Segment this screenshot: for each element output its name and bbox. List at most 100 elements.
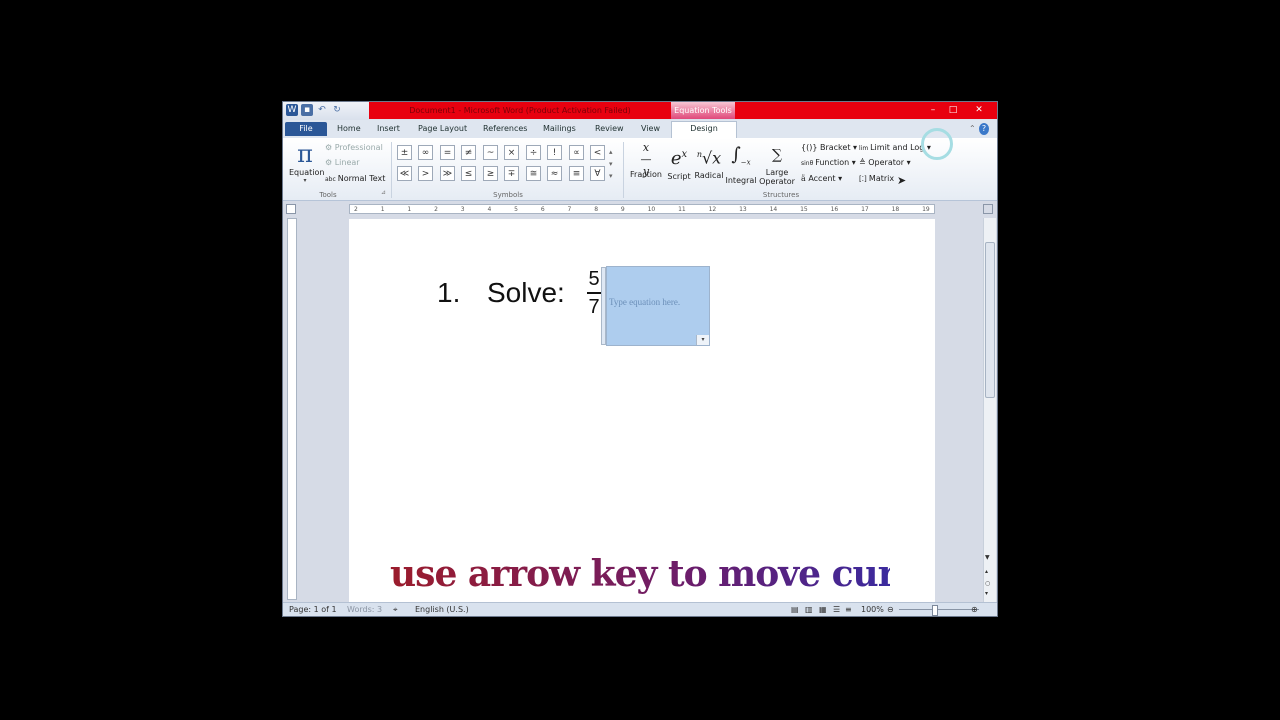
- ruler-track[interactable]: 2 1 1 2 3 4 5 6 7 8 9 10 11 12 13 14 15 …: [349, 204, 935, 214]
- print-layout-icon[interactable]: ▤: [791, 604, 799, 616]
- zoom-slider-track[interactable]: [899, 609, 979, 610]
- equation-button[interactable]: π Equation ▾: [289, 140, 324, 184]
- bracket-button[interactable]: {()} Bracket ▾: [801, 142, 857, 154]
- fraction-equation[interactable]: 5 7: [587, 267, 601, 319]
- quick-access-toolbar: W ▪ ↶ ↻: [286, 104, 343, 116]
- chevron-down-icon: ▾: [835, 174, 843, 183]
- tab-selector-icon[interactable]: [286, 204, 296, 214]
- symbol-greater-than[interactable]: >: [418, 166, 433, 181]
- dialog-launcher-icon[interactable]: ⊿: [381, 189, 386, 196]
- equation-handle-icon[interactable]: [601, 267, 606, 345]
- symbol-infinity[interactable]: ∞: [418, 145, 433, 160]
- redo-icon[interactable]: ↻: [331, 104, 343, 116]
- view-ruler-icon[interactable]: [983, 204, 993, 214]
- page-count[interactable]: Page: 1 of 1: [289, 604, 337, 616]
- tab-view[interactable]: View: [637, 122, 664, 136]
- save-icon[interactable]: ▪: [301, 104, 313, 116]
- matrix-button[interactable]: [⁚] Matrix: [859, 173, 894, 185]
- fraction-numerator: 5: [588, 268, 600, 290]
- operator-button[interactable]: ≜ Operator ▾: [859, 157, 911, 169]
- close-icon[interactable]: ✕: [971, 103, 987, 117]
- symbol-times[interactable]: ×: [504, 145, 519, 160]
- language[interactable]: English (U.S.): [415, 604, 469, 616]
- ribbon-tabs: File Home Insert Page Layout References …: [283, 120, 997, 138]
- zoom-in-icon[interactable]: ⊕: [971, 604, 978, 616]
- symbol-not-equal[interactable]: ≠: [461, 145, 476, 160]
- symbol-identical[interactable]: ≡: [569, 166, 584, 181]
- proofing-icon[interactable]: ⌖: [393, 604, 398, 616]
- script-label: Script: [667, 172, 691, 181]
- equation-options-icon[interactable]: ▾: [696, 335, 709, 345]
- symbol-congruent[interactable]: ≅: [526, 166, 541, 181]
- zoom-out-icon[interactable]: ⊖: [887, 604, 894, 616]
- maximize-icon[interactable]: □: [945, 103, 961, 117]
- function-icon: sinθ: [801, 160, 816, 167]
- symbols-more-icon[interactable]: ▴ ▾ ▾: [609, 146, 613, 182]
- browse-object-icon[interactable]: ○: [985, 580, 990, 587]
- integral-button[interactable]: ∫−x Integral: [725, 142, 757, 185]
- operator-label: Operator: [868, 158, 905, 167]
- tab-references[interactable]: References: [479, 122, 531, 136]
- minimize-icon[interactable]: –: [925, 103, 941, 117]
- scroll-down-icon[interactable]: ▼: [985, 554, 990, 561]
- tab-file[interactable]: File: [285, 122, 327, 136]
- outline-icon[interactable]: ☰: [833, 604, 840, 616]
- tab-home[interactable]: Home: [333, 122, 365, 136]
- matrix-label: Matrix: [868, 174, 895, 183]
- vertical-scrollbar[interactable]: ▼ ▴ ○ ▾: [983, 218, 996, 602]
- radical-button[interactable]: n√x Radical: [693, 142, 725, 180]
- document-page[interactable]: 1. Solve: 5 7 Type equation here. ▾: [349, 219, 935, 602]
- professional-button[interactable]: ⚙ Professional: [325, 142, 383, 154]
- horizontal-ruler: 2 1 1 2 3 4 5 6 7 8 9 10 11 12 13 14 15 …: [283, 202, 997, 216]
- help-icon[interactable]: ?: [979, 123, 989, 135]
- next-page-icon[interactable]: ▾: [985, 590, 988, 597]
- symbol-for-all[interactable]: ∀: [590, 166, 605, 181]
- tab-review[interactable]: Review: [591, 122, 628, 136]
- script-button[interactable]: ex Script: [665, 142, 693, 181]
- symbol-much-greater[interactable]: ≫: [440, 166, 455, 181]
- fraction-button[interactable]: x — y Fraction: [629, 142, 663, 180]
- tab-insert[interactable]: Insert: [373, 122, 404, 136]
- equation-placeholder-box[interactable]: Type equation here. ▾: [601, 266, 710, 346]
- function-button[interactable]: sinθ Function ▾: [801, 157, 856, 170]
- prev-page-icon[interactable]: ▴: [985, 568, 988, 575]
- tab-mailings[interactable]: Mailings: [539, 122, 580, 136]
- tab-design[interactable]: Design: [671, 121, 737, 138]
- full-screen-reading-icon[interactable]: ▥: [805, 604, 813, 616]
- ribbon-minimize-icon[interactable]: ⌃: [965, 122, 980, 136]
- symbol-approx[interactable]: ≈: [547, 166, 562, 181]
- symbol-divide[interactable]: ÷: [526, 145, 541, 160]
- symbol-factorial[interactable]: !: [547, 145, 562, 160]
- accent-button[interactable]: ä Accent ▾: [801, 173, 842, 185]
- ruler-number: 14: [769, 206, 778, 213]
- normal-text-button[interactable]: abc Normal Text: [325, 173, 385, 186]
- draft-icon[interactable]: ≡: [845, 604, 852, 616]
- zoom-slider-thumb[interactable]: [932, 605, 938, 616]
- undo-icon[interactable]: ↶: [316, 104, 328, 116]
- word-count[interactable]: Words: 3: [347, 604, 382, 616]
- fraction-bar: [587, 292, 601, 294]
- symbol-tilde[interactable]: ~: [483, 145, 498, 160]
- ruler-number: 11: [678, 206, 686, 213]
- symbol-proportional[interactable]: ∝: [569, 145, 584, 160]
- function-label: Function: [815, 158, 850, 167]
- symbol-less-equal[interactable]: ≤: [461, 166, 476, 181]
- web-layout-icon[interactable]: ▦: [819, 604, 827, 616]
- accent-label: Accent: [808, 174, 836, 183]
- symbol-minus-plus[interactable]: ∓: [504, 166, 519, 181]
- symbol-plus-minus[interactable]: ±: [397, 145, 412, 160]
- scroll-thumb[interactable]: [985, 242, 995, 398]
- tab-page-layout[interactable]: Page Layout: [414, 122, 471, 136]
- symbol-greater-equal[interactable]: ≥: [483, 166, 498, 181]
- limit-icon: lim: [859, 145, 871, 152]
- symbol-much-less[interactable]: ≪: [397, 166, 412, 181]
- vertical-ruler[interactable]: [287, 218, 297, 600]
- large-operator-button[interactable]: ∑ Large Operator: [759, 142, 795, 186]
- symbol-less-than[interactable]: <: [590, 145, 605, 160]
- linear-button[interactable]: ⚙ Linear: [325, 157, 360, 169]
- symbol-equals[interactable]: =: [440, 145, 455, 160]
- word-app-icon[interactable]: W: [286, 104, 298, 116]
- zoom-level[interactable]: 100%: [861, 604, 884, 616]
- radical-label: Radical: [694, 171, 724, 181]
- ruler-number: 19: [922, 206, 930, 213]
